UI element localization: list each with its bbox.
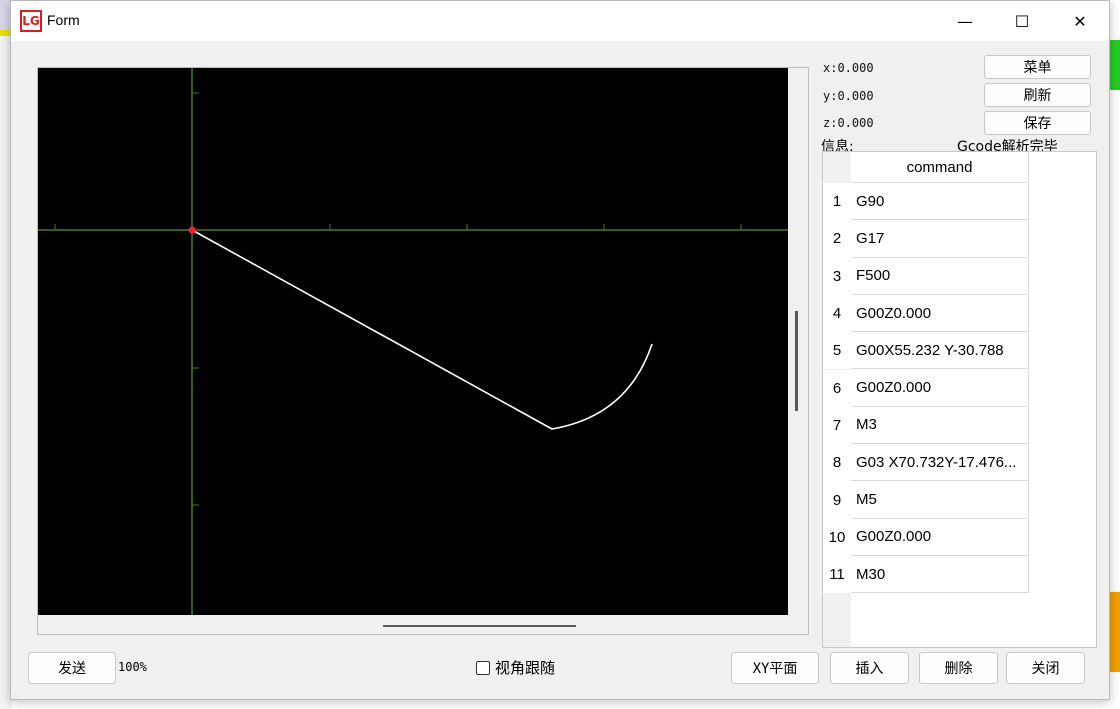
command-cell[interactable]: G00Z0.000 bbox=[851, 518, 1029, 556]
zoom-level: 100% bbox=[118, 660, 147, 674]
row-number: 4 bbox=[823, 294, 851, 333]
row-number: 7 bbox=[823, 406, 851, 445]
xy-plane-button[interactable]: XY平面 bbox=[731, 652, 819, 684]
z-coordinate: z:0.000 bbox=[823, 116, 874, 130]
row-number: 9 bbox=[823, 481, 851, 519]
refresh-button[interactable]: 刷新 bbox=[984, 83, 1091, 107]
table-row[interactable]: 6 G00Z0.000 bbox=[823, 369, 1029, 407]
table-row[interactable]: 5 G00X55.232 Y-30.788 bbox=[823, 332, 1029, 370]
y-axis bbox=[191, 68, 199, 615]
app-logo-icon: LG bbox=[20, 10, 42, 32]
canvas-horizontal-scrollbar[interactable] bbox=[383, 625, 576, 627]
command-cell[interactable]: M30 bbox=[851, 556, 1029, 594]
table-row[interactable]: 7 M3 bbox=[823, 406, 1029, 445]
command-cell[interactable]: G00X55.232 Y-30.788 bbox=[851, 332, 1029, 370]
save-button[interactable]: 保存 bbox=[984, 111, 1091, 135]
minimize-icon[interactable]: — bbox=[936, 1, 994, 41]
title-bar[interactable]: LG Form — ☐ ✕ bbox=[11, 1, 1109, 41]
row-number: 1 bbox=[823, 183, 851, 221]
table-row[interactable]: 2 G17 bbox=[823, 220, 1029, 258]
form-window: LG Form — ☐ ✕ x:0.000 y:0.000 z:0.000 菜单… bbox=[10, 0, 1110, 700]
table-row[interactable]: 9 M5 bbox=[823, 481, 1029, 519]
toolpath-line bbox=[191, 229, 653, 430]
row-number: 6 bbox=[823, 369, 851, 407]
close-button[interactable]: 关闭 bbox=[1006, 652, 1085, 684]
x-axis bbox=[38, 224, 788, 231]
command-column-header[interactable]: command bbox=[851, 152, 1029, 183]
table-row[interactable]: 10 G00Z0.000 bbox=[823, 518, 1029, 556]
window-title: Form bbox=[47, 12, 80, 28]
row-number: 10 bbox=[823, 518, 851, 556]
row-number: 11 bbox=[823, 556, 851, 594]
insert-button[interactable]: 插入 bbox=[830, 652, 909, 684]
row-number: 2 bbox=[823, 220, 851, 258]
delete-button[interactable]: 删除 bbox=[919, 652, 998, 684]
table-row[interactable]: 4 G00Z0.000 bbox=[823, 294, 1029, 333]
x-coordinate: x:0.000 bbox=[823, 61, 874, 75]
follow-view-label: 视角跟随 bbox=[495, 659, 556, 677]
follow-view-checkbox[interactable] bbox=[476, 660, 490, 675]
canvas-vertical-scrollbar[interactable] bbox=[795, 311, 798, 411]
command-cell[interactable]: M5 bbox=[851, 481, 1029, 519]
command-cell[interactable]: G03 X70.732Y-17.476... bbox=[851, 444, 1029, 482]
command-cell[interactable]: G90 bbox=[851, 183, 1029, 221]
table-row[interactable]: 8 G03 X70.732Y-17.476... bbox=[823, 444, 1029, 482]
gcode-command-table[interactable]: command 1 G90 2 G17 3 F500 4 G00Z0.000 5… bbox=[822, 151, 1097, 648]
follow-view-toggle[interactable]: 视角跟随 bbox=[476, 657, 555, 678]
y-coordinate: y:0.000 bbox=[823, 89, 874, 103]
command-cell[interactable]: G17 bbox=[851, 220, 1029, 258]
gcode-preview-frame bbox=[37, 67, 809, 635]
send-button[interactable]: 发送 bbox=[28, 652, 116, 684]
menu-button[interactable]: 菜单 bbox=[984, 55, 1091, 79]
row-number: 8 bbox=[823, 444, 851, 482]
row-number: 3 bbox=[823, 257, 851, 295]
origin-marker bbox=[188, 226, 196, 234]
maximize-icon[interactable]: ☐ bbox=[993, 1, 1051, 41]
table-row[interactable]: 3 F500 bbox=[823, 257, 1029, 295]
command-cell[interactable]: F500 bbox=[851, 257, 1029, 295]
table-row[interactable]: 1 G90 bbox=[823, 183, 1029, 221]
gcode-preview-canvas[interactable] bbox=[38, 68, 788, 615]
close-icon[interactable]: ✕ bbox=[1051, 1, 1109, 41]
toolpath-drawing bbox=[38, 68, 788, 615]
command-cell[interactable]: G00Z0.000 bbox=[851, 369, 1029, 407]
command-cell[interactable]: M3 bbox=[851, 406, 1029, 445]
command-cell[interactable]: G00Z0.000 bbox=[851, 294, 1029, 333]
row-number: 5 bbox=[823, 332, 851, 370]
table-row[interactable]: 11 M30 bbox=[823, 556, 1029, 594]
